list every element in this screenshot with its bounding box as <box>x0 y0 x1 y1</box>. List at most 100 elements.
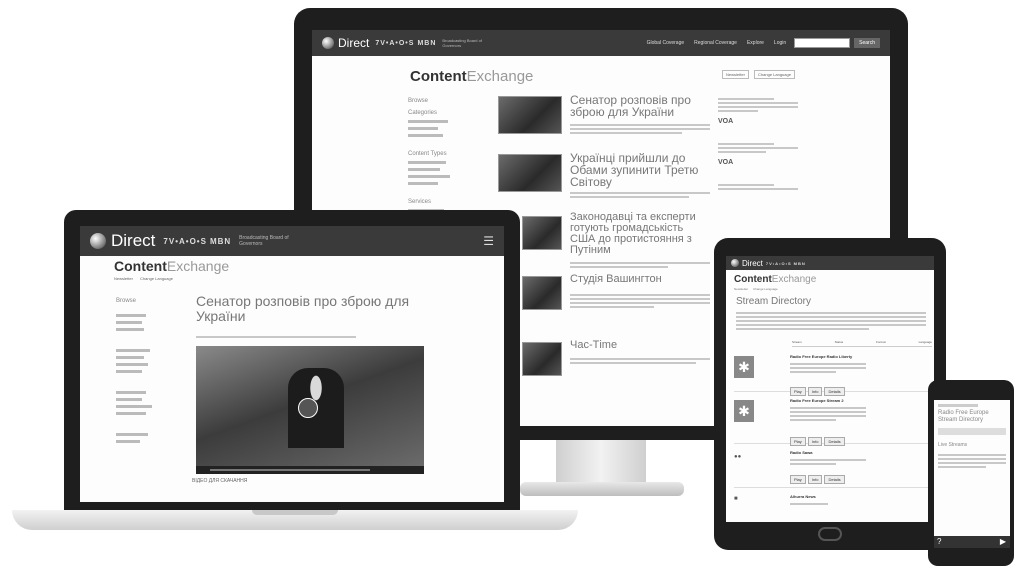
details-button[interactable]: Details <box>824 387 845 396</box>
newsletter-link[interactable]: Newsletter <box>734 287 748 291</box>
site-title-bold: Content <box>734 274 772 285</box>
site-title-light: Exchange <box>771 274 817 285</box>
story-thumbnail[interactable] <box>522 216 562 250</box>
logo-mbn: MBN <box>417 39 437 47</box>
monitor-topbar: Direct 7V•A•O•S MBN Broadcasting Board o… <box>312 30 890 56</box>
sidebar-link[interactable] <box>116 349 150 352</box>
sidebar-link[interactable] <box>116 321 142 324</box>
sidebar-link[interactable] <box>116 356 144 359</box>
sidebar-link[interactable] <box>116 398 142 401</box>
play-icon[interactable] <box>298 398 318 418</box>
sidebar-link[interactable] <box>116 440 140 443</box>
site-title-light: Exchange <box>466 68 534 85</box>
row-title[interactable]: Radio Free Europe Radio Liberty <box>790 354 870 359</box>
tablet-header-links: Newsletter Change Language <box>734 287 778 291</box>
sidebar-link[interactable] <box>408 134 443 137</box>
story-headline[interactable]: Українці прийшли до Обами зупинити Третю… <box>570 152 710 188</box>
story-thumbnail[interactable] <box>522 342 562 376</box>
nav-item-login[interactable]: Login <box>774 40 786 46</box>
sidebar-link[interactable] <box>408 175 450 178</box>
sidebar-link[interactable] <box>116 370 142 373</box>
sidebar-link[interactable] <box>116 314 146 317</box>
logo-direct[interactable]: Direct <box>742 259 763 268</box>
search-input[interactable] <box>794 38 851 48</box>
laptop-base <box>12 510 578 530</box>
article-title: Сенатор розповів про зброю для України <box>196 293 410 324</box>
sidebar-link[interactable] <box>116 412 146 415</box>
story-headline[interactable]: Студія Вашингтон <box>570 274 710 285</box>
story-snippet <box>570 292 710 310</box>
story-thumbnail[interactable] <box>498 154 562 192</box>
video-progress-track[interactable] <box>210 469 370 471</box>
partner-text: Broadcasting Board of Governors <box>442 38 482 48</box>
phone-header-line <box>938 404 978 407</box>
sidebar-link[interactable] <box>408 127 438 130</box>
row-title[interactable]: Radio Sawa <box>790 450 870 455</box>
play-arrow-icon[interactable]: ▶ <box>1000 537 1006 546</box>
sidebar-link[interactable] <box>116 405 152 408</box>
monitor-stand-neck <box>556 440 646 484</box>
video-player[interactable] <box>196 346 424 474</box>
newsletter-link[interactable]: Newsletter <box>114 276 133 281</box>
sidebar-group-title: Services <box>408 199 432 205</box>
tablet-topbar: Direct 7V•A•O•S MBN <box>726 256 934 270</box>
help-icon[interactable]: ? <box>937 537 941 546</box>
col-status: Status <box>834 340 844 344</box>
phone-search-bar[interactable] <box>938 428 1006 435</box>
phone-title: Radio Free Europe Stream Directory <box>938 410 1006 424</box>
search-button[interactable]: Search <box>854 38 880 48</box>
tablet-home-button[interactable] <box>818 527 842 541</box>
play-button[interactable]: Play <box>790 387 806 396</box>
phone-bottom-bar: ? ▶ <box>934 536 1010 548</box>
play-button[interactable]: Play <box>790 475 806 484</box>
table-row[interactable]: ✱ Radio Free Europe Radio Liberty Play In… <box>734 352 930 396</box>
laptop-notch <box>252 510 338 515</box>
details-button[interactable]: Details <box>824 475 845 484</box>
laptop-sidebar: Browse <box>116 292 166 447</box>
nav-item-global[interactable]: Global Coverage <box>647 40 685 46</box>
stream-directory-title: Stream Directory <box>736 296 812 307</box>
video-controls[interactable] <box>196 466 424 474</box>
story-headline[interactable]: Законодавці та експерти готують громадсь… <box>570 212 710 256</box>
story-thumbnail[interactable] <box>498 96 562 134</box>
phone-screen: Radio Free Europe Stream Directory Live … <box>934 400 1010 548</box>
info-button[interactable]: Info <box>807 475 823 484</box>
nav-item-explore[interactable]: Explore <box>747 40 764 46</box>
change-language-link[interactable]: Change Language <box>140 276 173 281</box>
globe-icon <box>322 37 334 49</box>
nav-item-regional[interactable]: Regional Coverage <box>694 40 737 46</box>
info-button[interactable]: Info <box>807 387 823 396</box>
table-row[interactable]: ●● Radio Sawa Play Info Details <box>734 448 930 488</box>
story-thumbnail[interactable] <box>522 276 562 310</box>
row-title[interactable]: Alhurra News <box>790 494 870 499</box>
table-row[interactable]: ✱ Radio Free Europe Stream 2 Play Info Det… <box>734 396 930 446</box>
details-button[interactable]: Details <box>824 437 845 446</box>
site-title: ContentExchange <box>114 258 229 274</box>
sidebar-link[interactable] <box>408 168 440 171</box>
sidebar-link[interactable] <box>408 182 438 185</box>
menu-icon[interactable]: ☰ <box>483 234 494 248</box>
sidebar-link[interactable] <box>408 161 446 164</box>
change-language-link[interactable]: Change Language <box>753 287 778 291</box>
site-title-light: Exchange <box>166 258 230 274</box>
play-button[interactable]: Play <box>790 437 806 446</box>
change-language-link[interactable]: Change Language <box>754 70 795 79</box>
logo-direct[interactable]: Direct <box>111 231 155 251</box>
phone-section-title: Live Streams <box>938 442 968 448</box>
story-headline[interactable]: Сенатор розповів про зброю для України <box>570 94 710 118</box>
row-title[interactable]: Radio Free Europe Stream 2 <box>790 398 870 403</box>
col-language: Language <box>918 340 932 344</box>
site-title: ContentExchange <box>734 274 816 285</box>
sidebar-link[interactable] <box>116 433 148 436</box>
sidebar-link[interactable] <box>116 328 144 331</box>
logo-direct[interactable]: Direct <box>338 36 369 50</box>
sidebar-link[interactable] <box>116 391 146 394</box>
newsletter-link[interactable]: Newsletter <box>722 70 749 79</box>
sidebar-link[interactable] <box>408 120 448 123</box>
info-button[interactable]: Info <box>807 437 823 446</box>
story-snippet <box>570 190 710 200</box>
globe-icon <box>731 259 739 267</box>
table-row[interactable]: ■ Alhurra News <box>734 492 930 520</box>
sidebar-link[interactable] <box>116 363 148 366</box>
story-headline[interactable]: Час-Тime <box>570 340 710 351</box>
